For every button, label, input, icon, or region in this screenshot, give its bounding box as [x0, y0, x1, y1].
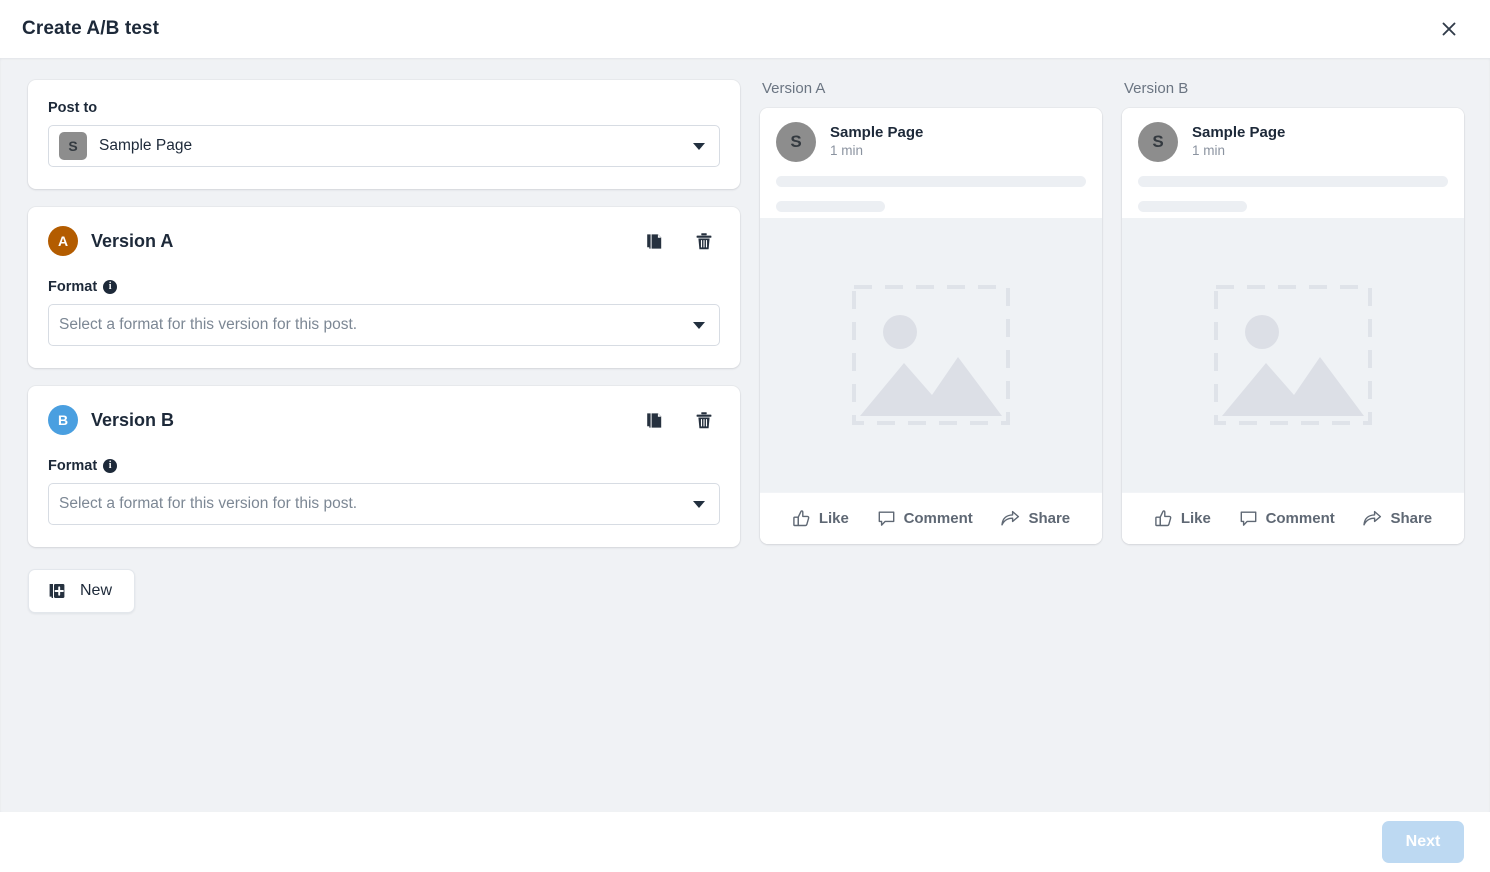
post-to-selected-value: S Sample Page: [59, 132, 693, 160]
version-a-format-label: Format i: [48, 279, 720, 295]
version-b-title: Version B: [91, 409, 175, 430]
preview-a-user: S Sample Page 1 min: [776, 122, 1086, 162]
skeleton-line: [1138, 201, 1247, 212]
like-label: Like: [818, 510, 849, 527]
post-to-select[interactable]: S Sample Page: [48, 125, 720, 167]
avatar: S: [1138, 122, 1178, 162]
comment-button[interactable]: Comment: [877, 509, 973, 528]
preview-a-label: Version A: [762, 80, 826, 97]
add-duplicate-icon: [49, 583, 65, 598]
post-to-card: Post to S Sample Page: [28, 80, 740, 189]
preview-a-header: S Sample Page 1 min: [760, 108, 1102, 218]
version-a-format-placeholder: Select a format for this version for thi…: [59, 316, 358, 333]
duplicate-version-a-button[interactable]: [638, 225, 670, 257]
comment-label: Comment: [1265, 510, 1335, 527]
post-to-page-name: Sample Page: [99, 137, 193, 154]
version-b-format-placeholder: Select a format for this version for thi…: [59, 495, 358, 512]
preview-b-header: S Sample Page 1 min: [1122, 108, 1464, 218]
dialog-footer: Next: [0, 812, 1490, 872]
format-label-text: Format: [48, 458, 98, 474]
dialog-header: Create A/B test: [0, 0, 1490, 58]
page-avatar: S: [59, 132, 87, 160]
chevron-down-icon: [693, 321, 705, 329]
share-arrow-icon: [1001, 510, 1020, 526]
new-version-label: New: [80, 582, 113, 599]
info-icon[interactable]: i: [103, 280, 118, 294]
version-card-a: A Version A Format i Select a format for…: [28, 207, 740, 368]
preview-b-label: Version B: [1124, 80, 1189, 97]
version-b-format-select[interactable]: Select a format for this version for thi…: [48, 483, 720, 525]
new-version-button[interactable]: New: [28, 569, 136, 613]
avatar: S: [776, 122, 816, 162]
duplicate-icon: [647, 412, 662, 428]
like-label: Like: [1180, 510, 1211, 527]
preview-a-timestamp: 1 min: [830, 143, 864, 159]
preview-b-user: S Sample Page 1 min: [1138, 122, 1448, 162]
skeleton-line: [776, 176, 1086, 187]
preview-column: Version A S Sample Page 1 min Like Comme…: [740, 80, 1490, 544]
skeleton-line: [1138, 176, 1448, 187]
preview-b-page-name: Sample Page: [1192, 123, 1286, 141]
thumbs-up-icon: [793, 510, 810, 527]
info-icon[interactable]: i: [103, 459, 118, 473]
version-card-b: B Version B Format i Select a format for…: [28, 386, 740, 547]
trash-icon: [696, 411, 712, 428]
chevron-down-icon: [693, 500, 705, 508]
share-arrow-icon: [1363, 510, 1382, 526]
like-button[interactable]: Like: [1154, 509, 1211, 528]
comment-bubble-icon: [1240, 511, 1256, 526]
version-b-badge: B: [48, 405, 78, 435]
version-b-header: B Version B: [48, 404, 720, 436]
thumbs-up-icon: [1155, 510, 1172, 527]
preview-version-b: Version B S Sample Page 1 min Like Comme…: [1122, 80, 1464, 544]
preview-b-timestamp: 1 min: [1192, 143, 1226, 159]
like-button[interactable]: Like: [792, 509, 849, 528]
preview-a-media: [760, 218, 1102, 492]
chevron-down-icon: [693, 142, 705, 150]
comment-bubble-icon: [878, 511, 894, 526]
preview-version-a: Version A S Sample Page 1 min Like Comme…: [760, 80, 1102, 544]
comment-button[interactable]: Comment: [1239, 509, 1335, 528]
comment-label: Comment: [903, 510, 973, 527]
next-button[interactable]: Next: [1382, 821, 1464, 863]
version-b-format-label: Format i: [48, 458, 720, 474]
preview-a-user-meta: Sample Page 1 min: [830, 123, 923, 161]
trash-icon: [696, 232, 712, 249]
version-a-header: A Version A: [48, 225, 720, 257]
share-label: Share: [1390, 510, 1433, 527]
image-placeholder-icon: [1214, 285, 1372, 425]
duplicate-version-b-button[interactable]: [638, 404, 670, 436]
preview-a-actions: Like Comment Share: [760, 492, 1102, 544]
preview-card-a: S Sample Page 1 min Like Comment Share: [760, 108, 1102, 544]
page-title: Create A/B test: [22, 18, 160, 39]
version-a-format-select[interactable]: Select a format for this version for thi…: [48, 304, 720, 346]
version-a-title: Version A: [91, 230, 174, 251]
delete-version-a-button[interactable]: [688, 225, 720, 257]
preview-b-user-meta: Sample Page 1 min: [1192, 123, 1285, 161]
version-a-badge: A: [48, 226, 78, 256]
preview-b-actions: Like Comment Share: [1122, 492, 1464, 544]
close-icon: [1442, 22, 1456, 36]
skeleton-line: [776, 201, 885, 212]
preview-card-b: S Sample Page 1 min Like Comment Share: [1122, 108, 1464, 544]
share-button[interactable]: Share: [1000, 509, 1070, 528]
duplicate-icon: [647, 233, 662, 249]
preview-a-page-name: Sample Page: [830, 123, 924, 141]
create-ab-test-dialog: Create A/B test Post to S Sample Page A …: [0, 0, 1490, 872]
delete-version-b-button[interactable]: [688, 404, 720, 436]
share-button[interactable]: Share: [1362, 509, 1432, 528]
format-label-text: Format: [48, 279, 98, 295]
editor-column: Post to S Sample Page A Version A Format…: [0, 80, 740, 613]
post-to-label: Post to: [48, 100, 98, 116]
preview-b-media: [1122, 218, 1464, 492]
share-label: Share: [1028, 510, 1071, 527]
image-placeholder-icon: [852, 285, 1010, 425]
close-button[interactable]: [1432, 12, 1466, 46]
dialog-body: Post to S Sample Page A Version A Format…: [0, 58, 1490, 812]
